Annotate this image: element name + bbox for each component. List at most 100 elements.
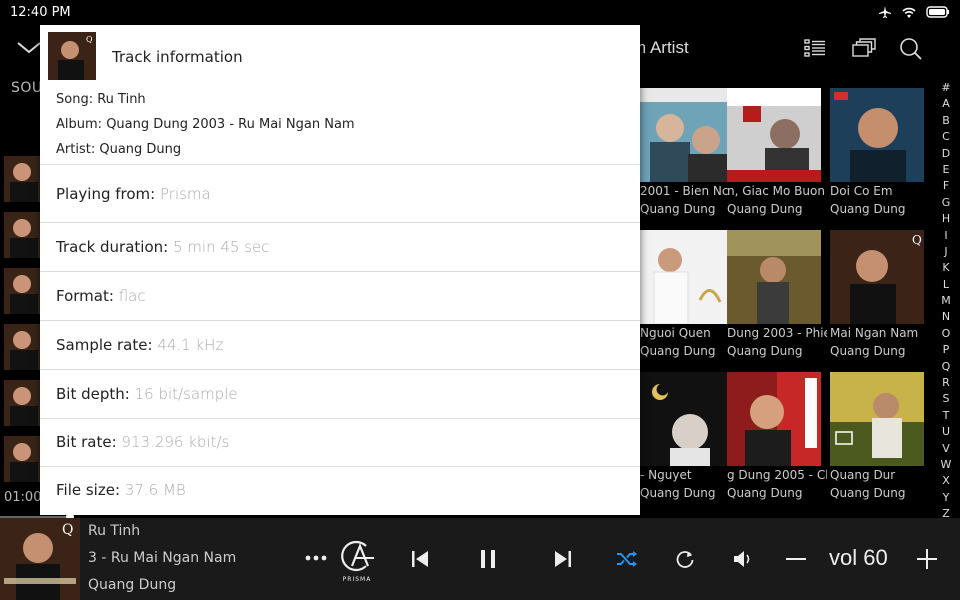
dialog-header: Q Track information Song: Ru Tinh Album:… (40, 25, 640, 165)
list-item[interactable] (4, 268, 40, 314)
previous-icon[interactable] (411, 550, 429, 568)
alpha-index-item[interactable]: D (938, 146, 954, 162)
list-item[interactable] (4, 212, 40, 258)
artist-value: Quang Dung (99, 142, 182, 157)
status-bar: 12:40 PM (0, 0, 960, 25)
album-title: n, Giac Mo Buon (727, 184, 825, 198)
alpha-index-item[interactable]: Y (938, 490, 954, 506)
list-view-icon[interactable] (804, 38, 826, 58)
svg-text:Q: Q (912, 233, 922, 247)
alpha-index-item[interactable]: B (938, 113, 954, 129)
row-value: 16 bit/sample (134, 385, 238, 403)
chevron-down-icon[interactable] (16, 37, 42, 57)
alpha-index-item[interactable]: S (938, 391, 954, 407)
alpha-index-item[interactable]: U (938, 424, 954, 440)
windows-icon[interactable] (852, 38, 876, 58)
shuffle-icon[interactable] (616, 550, 638, 568)
volume-icon[interactable] (733, 549, 753, 569)
alpha-index-item[interactable]: M (938, 293, 954, 309)
alpha-index-item[interactable]: W (938, 457, 954, 473)
list-item[interactable] (4, 436, 40, 482)
system-icons (878, 5, 950, 19)
alpha-index-item[interactable]: V (938, 441, 954, 457)
info-row-bit-depth: Bit depth: 16 bit/sample (40, 370, 640, 419)
alpha-index-item[interactable]: R (938, 375, 954, 391)
info-row-sample-rate: Sample rate: 44.1 kHz (40, 321, 640, 370)
volume-up-icon[interactable] (917, 549, 937, 569)
album-cover (830, 372, 924, 466)
next-icon[interactable] (554, 550, 572, 568)
album-grid: 2001 - Bien Nc Quang Dung n, Giac Mo Buo… (640, 88, 940, 518)
album-cover (640, 372, 734, 466)
row-label: Sample rate: (56, 336, 153, 354)
svg-text:Q: Q (86, 35, 93, 44)
album-title: Nguoi Quen (640, 326, 711, 340)
alpha-index-item[interactable]: K (938, 260, 954, 276)
alpha-index-item[interactable]: E (938, 162, 954, 178)
list-item[interactable] (4, 324, 40, 370)
alpha-index-item[interactable]: L (938, 277, 954, 293)
album-value: Quang Dung 2003 - Ru Mai Ngan Nam (106, 117, 355, 132)
info-row-bit-rate: Bit rate: 913.296 kbit/s (40, 419, 640, 467)
player-bar: Q Ru Tinh 3 - Ru Mai Ngan Nam Quang Dung… (0, 518, 960, 600)
album-cover-thumb (4, 380, 40, 426)
album-cover (727, 372, 821, 466)
info-row-file-size: File size: 37.6 MB (40, 467, 640, 515)
album-title: Dung 2003 - Phie (727, 326, 827, 340)
alpha-index-item[interactable]: C (938, 129, 954, 145)
album-artist: Quang Dung (640, 344, 716, 358)
alpha-index-item[interactable]: H (938, 211, 954, 227)
album-title: Mai Ngan Nam (830, 326, 919, 340)
alpha-index-item[interactable]: J (938, 244, 954, 260)
row-label: Bit rate: (56, 433, 117, 451)
row-label: File size: (56, 481, 121, 499)
alpha-index-item[interactable]: P (938, 342, 954, 358)
row-value: 913.296 kbit/s (121, 433, 230, 451)
row-label: Track duration: (56, 238, 169, 256)
album-cover-thumb (4, 156, 40, 202)
pause-icon[interactable] (480, 549, 496, 569)
alpha-index-item[interactable]: # (938, 80, 954, 96)
dialog-title: Track information (112, 48, 243, 66)
search-icon[interactable] (899, 38, 923, 60)
alpha-index-item[interactable]: O (938, 326, 954, 342)
song-value: Ru Tinh (97, 92, 146, 107)
alpha-index-item[interactable]: X (938, 473, 954, 489)
album-cover (727, 88, 821, 182)
album-cover-thumb (4, 212, 40, 258)
album-artist: Quang Dung (830, 202, 906, 216)
album-title: g Dung 2005 - Ch (727, 468, 827, 482)
alpha-index-item[interactable]: T (938, 408, 954, 424)
row-value: flac (118, 287, 146, 305)
row-value: 37.6 MB (124, 481, 186, 499)
prisma-logo-text: PRISMA (342, 576, 372, 583)
list-item[interactable] (4, 380, 40, 426)
artist-label: Artist: (56, 142, 96, 157)
album-cover-thumb: Q (48, 32, 96, 80)
album-artist: Quang Dung (640, 486, 716, 500)
volume-down-icon[interactable] (786, 558, 806, 561)
row-label: Playing from: (56, 185, 156, 203)
alpha-index-item[interactable]: I (938, 228, 954, 244)
album-title: Doi Co Em (830, 184, 893, 198)
album-cover (727, 230, 821, 324)
prisma-logo: PRISMA (336, 540, 378, 583)
alpha-index-item[interactable]: A (938, 96, 954, 112)
alpha-index-item[interactable]: G (938, 195, 954, 211)
alpha-index-item[interactable]: F (938, 178, 954, 194)
sources-tab[interactable]: SOU (11, 80, 43, 96)
volume-level: vol 60 (829, 545, 888, 570)
row-label: Bit depth: (56, 385, 130, 403)
alpha-index-item[interactable]: N (938, 309, 954, 325)
more-options-icon[interactable] (305, 555, 327, 561)
status-time: 12:40 PM (10, 5, 71, 20)
repeat-icon[interactable] (675, 549, 695, 569)
now-playing-cover[interactable]: Q (0, 518, 80, 600)
wifi-icon (902, 7, 916, 18)
alphabet-index: # A B C D E F G H I J K L M N O P Q R S … (938, 80, 954, 523)
alpha-index-item[interactable]: Q (938, 359, 954, 375)
album-line: Album: Quang Dung 2003 - Ru Mai Ngan Nam (56, 117, 355, 132)
album-artist: Quang Dung (640, 202, 716, 216)
list-item[interactable] (4, 156, 40, 202)
track-info-dialog: Q Track information Song: Ru Tinh Album:… (40, 25, 640, 515)
